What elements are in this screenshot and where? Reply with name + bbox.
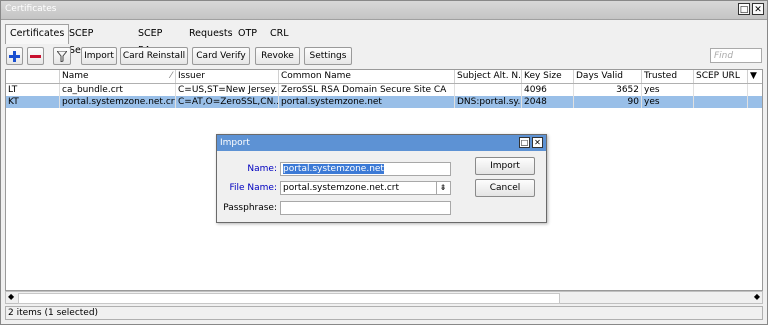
card-reinstall-button[interactable]: Card Reinstall: [120, 47, 188, 65]
table-row[interactable]: LT ca_bundle.crt C=US,ST=New Jersey... Z…: [6, 84, 762, 96]
col-key-size[interactable]: Key Size: [522, 70, 574, 83]
settings-button[interactable]: Settings: [304, 47, 352, 65]
row-days-valid: 3652: [574, 84, 642, 96]
row-trusted: yes: [642, 96, 694, 108]
row-key-size: 4096: [522, 84, 574, 96]
import-dialog: Import □ ✕ Name: portal.systemzone.net F…: [216, 134, 547, 223]
col-issuer[interactable]: Issuer: [176, 70, 279, 83]
name-field[interactable]: portal.systemzone.net: [280, 162, 451, 176]
add-button[interactable]: [6, 47, 23, 65]
row-name: portal.systemzone.net.crt: [62, 96, 176, 108]
tab-crl[interactable]: CRL: [266, 25, 293, 42]
tab-scep-ra[interactable]: SCEP RA: [134, 25, 166, 56]
revoke-button[interactable]: Revoke: [255, 47, 300, 65]
row-issuer: C=AT,O=ZeroSSL,CN...: [178, 96, 279, 108]
card-verify-button[interactable]: Card Verify: [192, 47, 250, 65]
row-san: DNS:portal.sy...: [457, 96, 522, 108]
remove-button[interactable]: [27, 47, 44, 65]
col-name-label: Name: [62, 71, 89, 81]
row-common-name: ZeroSSL RSA Domain Secure Site CA: [279, 84, 455, 96]
dropdown-arrow-icon[interactable]: ⇟: [436, 182, 449, 194]
row-san: [455, 84, 522, 96]
col-flags[interactable]: [6, 70, 60, 83]
row-scep-url: [694, 84, 748, 96]
dialog-title: Import: [220, 138, 250, 148]
import-button[interactable]: Import: [81, 47, 117, 65]
maximize-button[interactable]: □: [738, 3, 750, 15]
tab-certificates[interactable]: Certificates: [5, 24, 70, 44]
row-key-size: 2048: [522, 96, 574, 108]
dialog-import-button[interactable]: Import: [475, 157, 535, 175]
passphrase-label: Passphrase:: [223, 203, 277, 213]
row-issuer: C=US,ST=New Jersey...: [178, 84, 279, 96]
minus-icon: [30, 55, 41, 58]
row-flags: KT: [6, 96, 60, 108]
filter-button[interactable]: [53, 47, 71, 65]
tab-scep-servers[interactable]: SCEP Servers: [65, 25, 109, 56]
file-name-select[interactable]: portal.systemzone.net.crt ⇟: [280, 181, 451, 195]
dialog-titlebar[interactable]: Import □ ✕: [217, 135, 546, 151]
table-row-selected[interactable]: KT portal.systemzone.net.crt C=AT,O=Zero…: [6, 96, 762, 108]
file-name-value: portal.systemzone.net.crt: [283, 183, 400, 193]
file-name-label: File Name:: [229, 183, 277, 193]
scroll-left-icon[interactable]: ◆: [8, 292, 14, 301]
name-label: Name:: [247, 164, 277, 174]
window-title: Certificates: [5, 4, 57, 14]
row-days-valid: 90: [574, 96, 642, 108]
close-button[interactable]: ✕: [752, 3, 764, 15]
filter-icon: [55, 50, 69, 63]
passphrase-field[interactable]: [280, 201, 451, 215]
col-name[interactable]: Name ⁄: [60, 70, 176, 83]
col-days-valid[interactable]: Days Valid: [574, 70, 642, 83]
col-subject-alt-name[interactable]: Subject Alt. N...: [455, 70, 522, 83]
window-titlebar[interactable]: Certificates □ ✕: [1, 1, 767, 20]
row-flags: LT: [6, 84, 60, 96]
col-common-name[interactable]: Common Name: [279, 70, 455, 83]
sort-icon: ⁄: [170, 71, 172, 81]
find-input[interactable]: Find: [710, 48, 762, 63]
row-common-name: portal.systemzone.net: [279, 96, 455, 108]
scroll-right-icon[interactable]: ◆: [754, 292, 760, 301]
table-header: Name ⁄ Issuer Common Name Subject Alt. N.…: [6, 70, 762, 84]
status-bar: 2 items (1 selected): [5, 306, 763, 320]
row-trusted: yes: [642, 84, 694, 96]
dialog-cancel-button[interactable]: Cancel: [475, 179, 535, 197]
horizontal-scrollbar[interactable]: ◆ ◆: [5, 291, 763, 304]
tab-otp[interactable]: OTP: [234, 25, 261, 42]
dialog-close-button[interactable]: ✕: [532, 137, 543, 148]
col-trusted[interactable]: Trusted: [642, 70, 694, 83]
toolbar: Import Card Reinstall Card Verify Revoke…: [1, 45, 767, 67]
row-name: ca_bundle.crt: [60, 84, 176, 96]
scrollbar-thumb[interactable]: [18, 293, 560, 304]
name-field-value: portal.systemzone.net: [283, 164, 384, 174]
column-menu-icon[interactable]: ▼: [748, 70, 762, 83]
dialog-maximize-button[interactable]: □: [519, 137, 530, 148]
row-scep-url: [694, 96, 748, 108]
col-scep-url[interactable]: SCEP URL: [694, 70, 748, 83]
tab-requests[interactable]: Requests: [185, 25, 237, 42]
plus-icon: [9, 51, 20, 62]
